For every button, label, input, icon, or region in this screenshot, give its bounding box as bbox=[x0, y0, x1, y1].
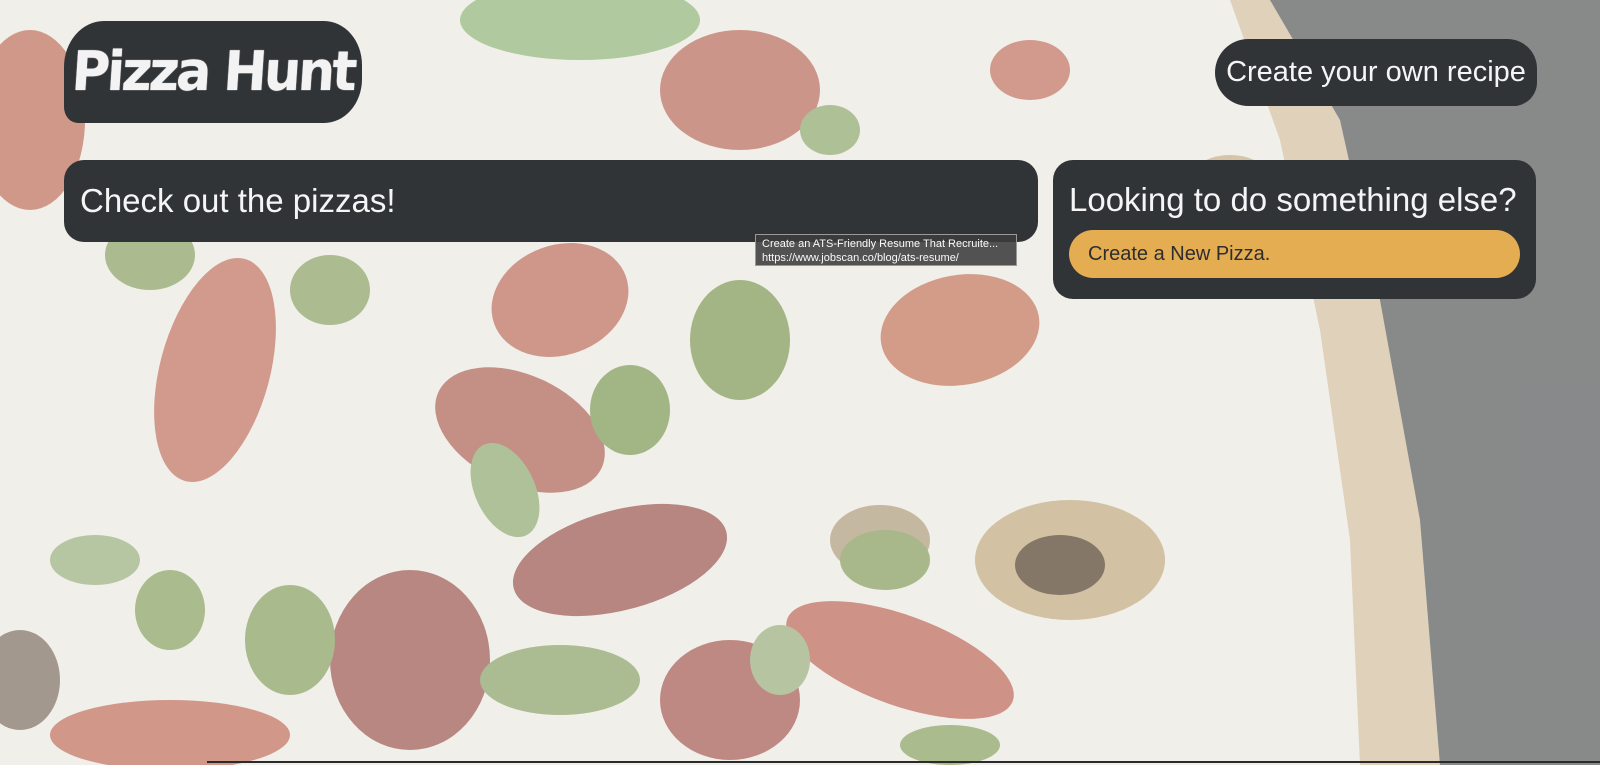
create-new-pizza-button[interactable]: Create a New Pizza. bbox=[1069, 230, 1520, 279]
tooltip-url: https://www.jobscan.co/blog/ats-resume/ bbox=[762, 252, 959, 264]
tooltip-title: Create an ATS-Friendly Resume That Recru… bbox=[762, 238, 999, 250]
page-bottom-border bbox=[207, 761, 1600, 763]
alternative-actions-panel: Looking to do something else? Create a N… bbox=[1053, 160, 1536, 299]
link-tooltip: Create an ATS-Friendly Resume That Recru… bbox=[755, 234, 1017, 266]
create-recipe-button[interactable]: Create your own recipe bbox=[1215, 39, 1537, 106]
logo-text: Pizza Hunt bbox=[69, 40, 357, 104]
logo[interactable]: Pizza Hunt bbox=[64, 21, 362, 123]
pizzas-panel: Check out the pizzas! bbox=[64, 160, 1038, 242]
pizzas-heading: Check out the pizzas! bbox=[80, 182, 396, 219]
alternative-actions-heading: Looking to do something else? bbox=[1069, 181, 1517, 218]
